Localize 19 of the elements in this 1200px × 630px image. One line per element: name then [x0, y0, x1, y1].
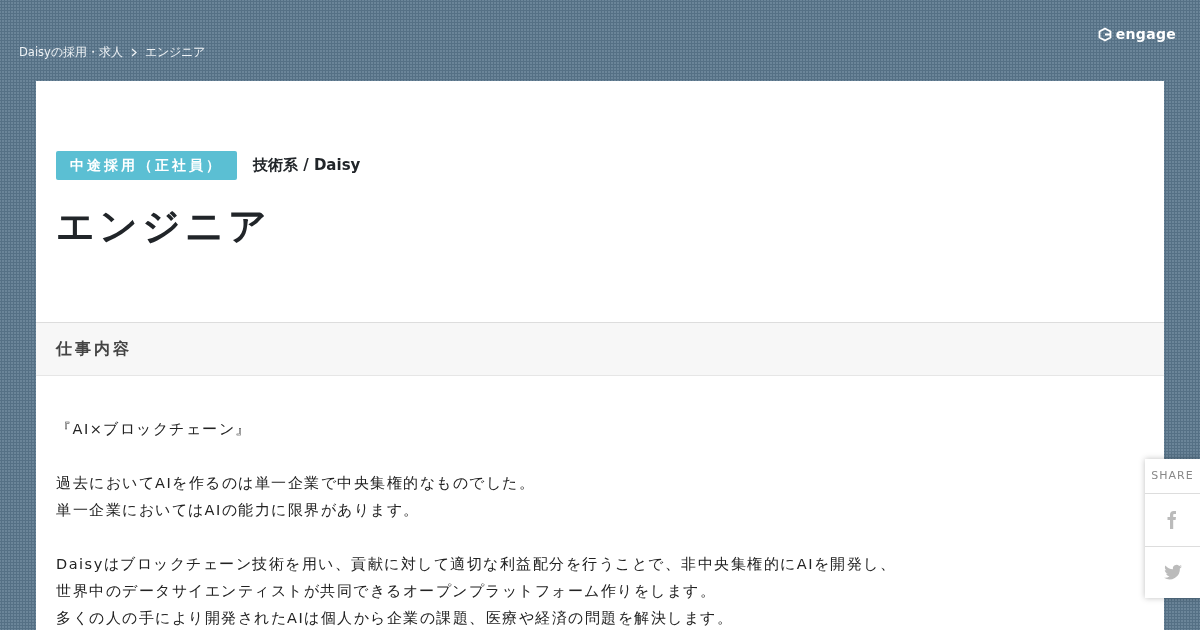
share-button[interactable]: [1145, 493, 1200, 546]
logo-icon: [1097, 27, 1112, 42]
body-text-line: 単一企業においてはAIの能力に限界があります。: [56, 501, 421, 520]
body-text-line: 多くの人の手により開発されたAIは個人から企業の課題、医療や経済の問題を解決します。: [56, 609, 735, 628]
logo-text: engage: [1115, 25, 1176, 44]
employment-type-tag: 中途採用（正社員）: [56, 151, 237, 180]
job-category: 技術系 / Daisy: [253, 155, 361, 177]
body-text-line: 世界中のデータサイエンティストが共同できるオープンプラットフォーム作りをします。: [56, 582, 717, 601]
chevron-icon: [130, 48, 137, 58]
logo[interactable]: engage: [1097, 24, 1176, 45]
breadcrumb-link[interactable]: Daisyの採用・求人: [19, 44, 123, 62]
job-title: エンジニア: [56, 203, 272, 250]
section-heading: 仕事内容: [36, 323, 1164, 376]
share-button[interactable]: [1145, 545, 1200, 598]
breadcrumb-link[interactable]: エンジニア: [144, 44, 205, 62]
share-label: SHARE: [1145, 459, 1200, 494]
body-text-line: Daisyはブロックチェーン技術を用い、貢献に対して適切な利益配分を行うことで、非中央集権的にAIを開発し、: [56, 555, 898, 574]
body-text-line: 『AI×ブロックチェーン』: [56, 420, 253, 439]
body-text-line: 過去においてAIを作るのは単一企業で中央集権的なものでした。: [56, 474, 537, 493]
